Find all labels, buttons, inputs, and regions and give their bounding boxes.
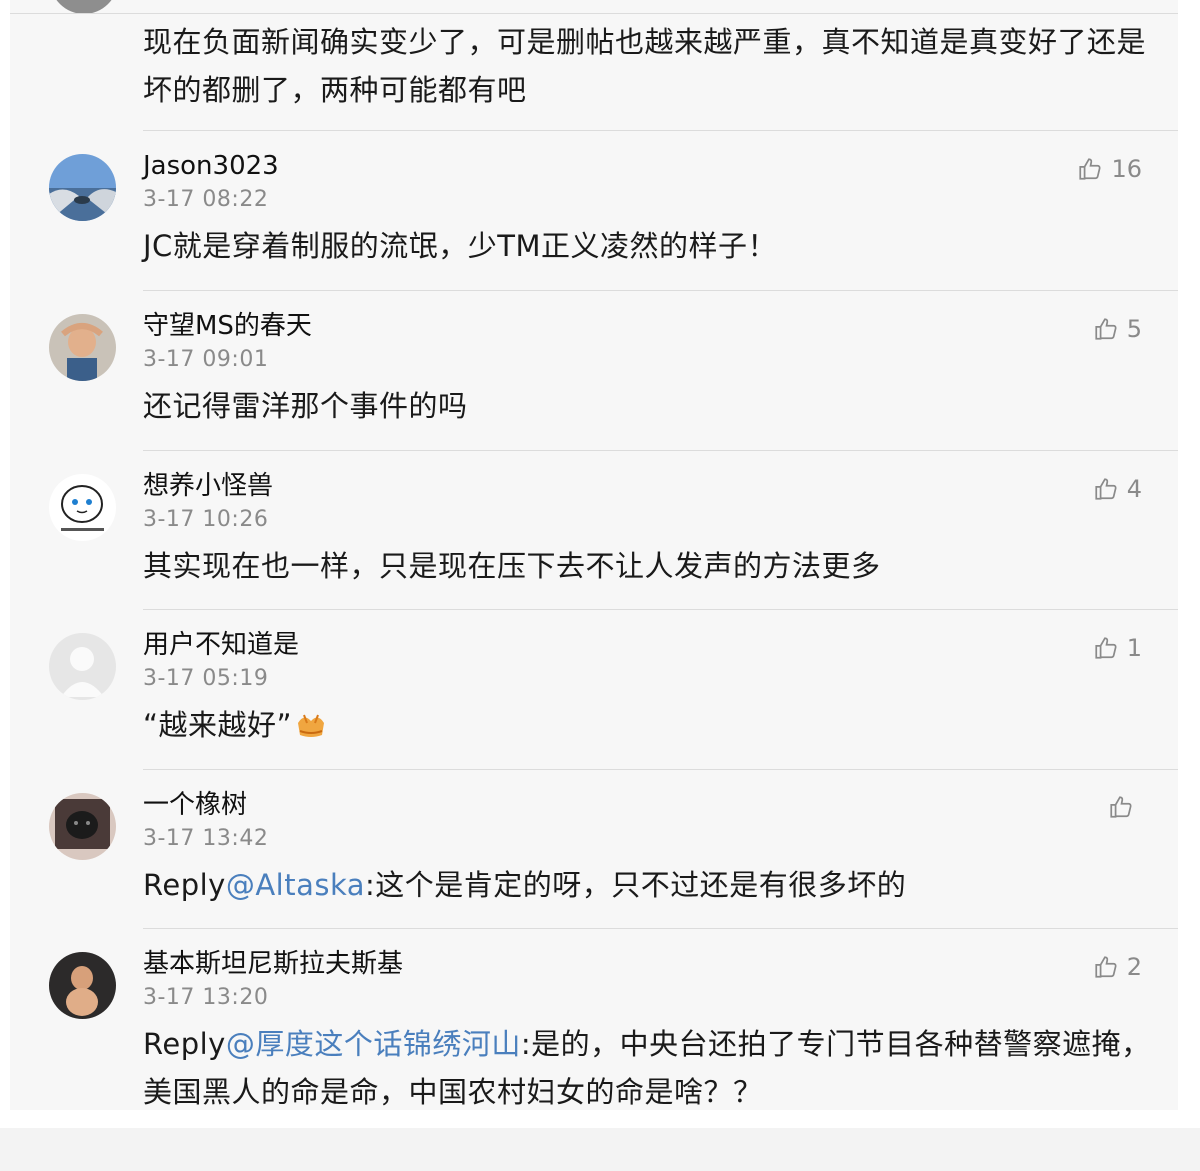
avatar[interactable] xyxy=(49,952,116,1019)
comment-text: 其实现在也一样，只是现在压下去不让人发声的方法更多 xyxy=(143,549,881,583)
reply-label: Reply xyxy=(143,868,226,902)
comment-text-content: “越来越好” xyxy=(143,708,293,742)
avatar[interactable] xyxy=(49,633,116,700)
divider xyxy=(10,13,1178,14)
like-count: 4 xyxy=(1126,475,1142,503)
avatar[interactable] xyxy=(49,793,116,860)
like-count: 1 xyxy=(1126,634,1142,662)
comment-text: Reply@厚度这个话锦绣河山:是的，中央台还拍了专门节目各种替警察遮掩，美国黑… xyxy=(143,1020,1153,1110)
footer-area xyxy=(0,1128,1200,1171)
comment-list: 现在负面新闻确实变少了，可是删帖也越来越严重，真不知道是真变好了还是坏的都删了，… xyxy=(10,0,1178,1110)
divider xyxy=(143,609,1178,610)
comment-text: 还记得雷洋那个事件的吗 xyxy=(143,389,468,423)
comment-text-content: :这个是肯定的呀，只不过还是有很多坏的 xyxy=(365,868,907,902)
comment-text: JC就是穿着制服的流氓，少TM正义凌然的样子！ xyxy=(143,229,778,263)
thumbs-up-icon xyxy=(1110,796,1132,818)
reply-label: Reply xyxy=(143,1027,226,1061)
mention-link[interactable]: @Altaska xyxy=(226,868,365,902)
timestamp: 3-17 13:20 xyxy=(143,985,269,1010)
divider xyxy=(143,450,1178,451)
divider xyxy=(143,928,1178,929)
like-button[interactable]: 1 xyxy=(1093,634,1142,662)
avatar[interactable] xyxy=(49,154,116,221)
username[interactable]: 用户不知道是 xyxy=(143,629,299,661)
thumbs-up-icon xyxy=(1095,956,1117,978)
mention-link[interactable]: @厚度这个话锦绣河山 xyxy=(226,1027,521,1061)
like-button[interactable] xyxy=(1108,794,1142,820)
thumbs-up-icon xyxy=(1095,637,1117,659)
timestamp: 3-17 10:26 xyxy=(143,507,269,532)
timestamp: 3-17 13:42 xyxy=(143,826,269,851)
username[interactable]: Jason3023 xyxy=(143,150,279,182)
comment-text: Reply@Altaska:这个是肯定的呀，只不过还是有很多坏的 xyxy=(143,861,1153,909)
username[interactable]: 一个橡树 xyxy=(143,789,247,821)
timestamp: 3-17 09:01 xyxy=(143,347,269,372)
avatar[interactable] xyxy=(49,474,116,541)
like-button[interactable]: 16 xyxy=(1077,155,1142,183)
username[interactable]: 守望MS的春天 xyxy=(143,310,312,342)
thumbs-up-icon xyxy=(1095,318,1117,340)
comment-text: 现在负面新闻确实变少了，可是删帖也越来越严重，真不知道是真变好了还是坏的都删了，… xyxy=(143,25,1147,107)
like-button[interactable]: 2 xyxy=(1093,953,1142,981)
like-button[interactable]: 4 xyxy=(1093,475,1142,503)
divider xyxy=(143,290,1178,291)
avatar[interactable] xyxy=(49,314,116,381)
like-count: 16 xyxy=(1111,155,1142,183)
like-count: 5 xyxy=(1126,315,1142,343)
thumbs-up-icon xyxy=(1079,158,1102,180)
like-count: 2 xyxy=(1126,953,1142,981)
thumbs-up-icon xyxy=(1095,478,1117,500)
comment-text: “越来越好” xyxy=(143,701,1153,749)
like-button[interactable]: 5 xyxy=(1093,315,1142,343)
timestamp: 3-17 08:22 xyxy=(143,187,269,212)
divider xyxy=(143,769,1178,770)
username[interactable]: 想养小怪兽 xyxy=(143,470,273,502)
avatar[interactable] xyxy=(50,0,118,14)
clapping-hands-icon xyxy=(294,705,328,737)
timestamp: 3-17 05:19 xyxy=(143,666,269,691)
divider xyxy=(143,130,1178,131)
username[interactable]: 基本斯坦尼斯拉夫斯基 xyxy=(143,948,403,980)
